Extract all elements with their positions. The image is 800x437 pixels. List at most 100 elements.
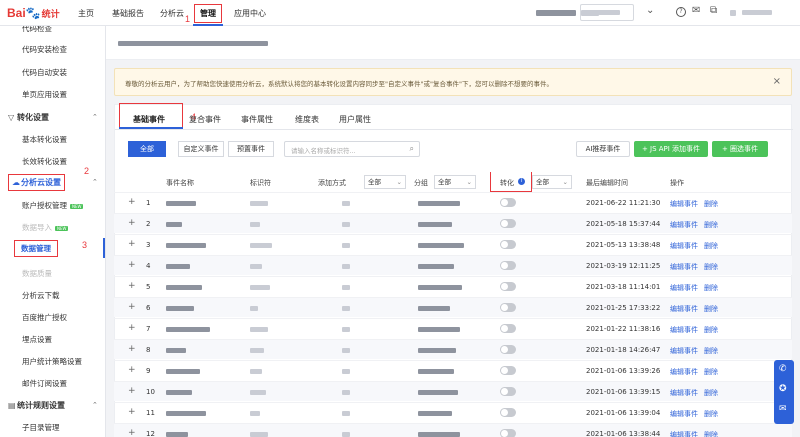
edit-event-link[interactable]: 编辑事件 [670,199,698,209]
edit-event-link[interactable]: 编辑事件 [670,220,698,230]
chat-icon[interactable]: ✉ [779,404,787,414]
delete-link[interactable]: 删除 [704,241,718,251]
expand-icon[interactable]: + [128,281,136,291]
add-method-select[interactable]: 全部 ⌄ [364,175,406,189]
edit-event-link[interactable]: 编辑事件 [670,346,698,356]
help-icon[interactable]: ? [676,7,686,17]
edit-event-link[interactable]: 编辑事件 [670,283,698,293]
delete-link[interactable]: 删除 [704,304,718,314]
expand-icon[interactable]: + [128,239,136,249]
sidebar-group-rules[interactable]: ▤统计规则设置 [8,400,65,411]
chevron-down-icon[interactable]: ⌄ [646,5,654,16]
search-input[interactable]: 请输入名称或标识符... ⌕ [284,141,420,157]
expand-icon[interactable]: + [128,386,136,396]
conversion-toggle[interactable] [500,240,516,249]
edit-event-link[interactable]: 编辑事件 [670,304,698,314]
nav-app-center[interactable]: 应用中心 [234,8,266,19]
sidebar-item-long-conversion[interactable]: 长效转化设置 [22,156,67,167]
delete-link[interactable]: 删除 [704,430,718,437]
expand-icon[interactable]: + [128,260,136,270]
edit-event-link[interactable]: 编辑事件 [670,430,698,437]
delete-link[interactable]: 删除 [704,388,718,398]
conversion-toggle[interactable] [500,387,516,396]
compass-icon[interactable]: ✪ [779,384,787,394]
sidebar-item-data-import[interactable]: 数据导入 NEW [22,222,69,233]
sidebar-item-user-strategy[interactable]: 用户统计策略设置 [22,356,82,367]
edit-event-link[interactable]: 编辑事件 [670,367,698,377]
expand-icon[interactable]: + [128,197,136,207]
delete-link[interactable]: 删除 [704,199,718,209]
chevron-up-icon[interactable]: ⌃ [92,401,98,409]
select-event-button[interactable]: + 圈选事件 [712,141,768,157]
ai-recommend-button[interactable]: AI推荐事件 [576,141,630,157]
delete-link[interactable]: 删除 [704,220,718,230]
search-icon[interactable]: ⌕ [410,144,414,154]
delete-link[interactable]: 删除 [704,409,718,419]
sidebar-item-code-install-check[interactable]: 代码安装检查 [22,44,67,55]
sidebar-item-cloud-download[interactable]: 分析云下载 [22,290,60,301]
sidebar-item-subdirectory[interactable]: 子目录管理 [22,422,60,433]
expand-icon[interactable]: + [128,323,136,333]
conversion-toggle[interactable] [500,282,516,291]
expand-icon[interactable]: + [128,218,136,228]
conversion-toggle[interactable] [500,345,516,354]
conversion-toggle[interactable] [500,429,516,437]
edit-event-link[interactable]: 编辑事件 [670,325,698,335]
expand-icon[interactable]: + [128,302,136,312]
conversion-toggle[interactable] [500,219,516,228]
filter-custom-events[interactable]: 自定义事件 [178,141,224,157]
conversion-toggle[interactable] [500,366,516,375]
sidebar-item-code-auto-install[interactable]: 代码自动安装 [22,67,67,78]
conversion-toggle[interactable] [500,408,516,417]
sidebar-item-spa-settings[interactable]: 单页应用设置 [22,89,67,100]
copy-icon[interactable]: ⧉ [710,5,717,16]
site-selector[interactable] [580,4,634,21]
sidebar-group-analysis-cloud[interactable]: ☁分析云设置 [8,174,65,191]
filter-all[interactable]: 全部 [128,141,166,157]
edit-event-link[interactable]: 编辑事件 [670,262,698,272]
delete-link[interactable]: 删除 [704,262,718,272]
conversion-toggle[interactable] [500,303,516,312]
chevron-up-icon[interactable]: ⌃ [92,113,98,121]
tab-event-properties[interactable]: 事件属性 [241,114,273,125]
filter-preset-events[interactable]: 预置事件 [228,141,274,157]
info-icon[interactable]: i [518,178,525,185]
chevron-up-icon[interactable]: ⌃ [92,178,98,186]
user-name[interactable] [730,8,772,17]
expand-icon[interactable]: + [128,344,136,354]
expand-icon[interactable]: + [128,407,136,417]
mail-icon[interactable]: ✉ [692,5,700,16]
tab-user-properties[interactable]: 用户属性 [339,114,371,125]
expand-icon[interactable]: + [128,365,136,375]
conversion-select[interactable]: 全部 ⌄ [532,175,572,189]
delete-link[interactable]: 删除 [704,367,718,377]
phone-icon[interactable]: ✆ [779,364,787,374]
expand-icon[interactable]: + [128,428,136,437]
sidebar-item-promo-auth[interactable]: 百度推广授权 [22,312,67,323]
js-api-add-button[interactable]: + JS API 添加事件 [634,141,708,157]
nav-analysis-cloud[interactable]: 分析云 [160,8,184,19]
conversion-toggle[interactable] [500,261,516,270]
tab-dimension-tables[interactable]: 维度表 [295,114,319,125]
tab-basic-events[interactable]: 基础事件 [133,114,165,125]
sidebar-item-data-management[interactable]: 数据管理 [14,240,58,257]
sidebar-item-account-auth[interactable]: 账户授权管理 NEW [22,200,84,211]
sidebar-item-code-check[interactable]: 代码检查 [22,26,52,34]
group-select[interactable]: 全部 ⌄ [434,175,476,189]
baidu-tongji-logo[interactable]: Bai🐾统计 [7,6,60,20]
sidebar-item-data-quality[interactable]: 数据质量 [22,268,52,279]
delete-link[interactable]: 删除 [704,325,718,335]
nav-manage[interactable]: 管理 [194,4,222,23]
delete-link[interactable]: 删除 [704,346,718,356]
edit-event-link[interactable]: 编辑事件 [670,409,698,419]
delete-link[interactable]: 删除 [704,283,718,293]
nav-home[interactable]: 主页 [78,8,94,19]
close-icon[interactable]: × [773,76,781,87]
sidebar-group-conversion[interactable]: ▽ 转化设置 [8,112,49,123]
sidebar-item-basic-conversion[interactable]: 基本转化设置 [22,134,67,145]
edit-event-link[interactable]: 编辑事件 [670,388,698,398]
conversion-toggle[interactable] [500,198,516,207]
conversion-toggle[interactable] [500,324,516,333]
tab-composite-events[interactable]: 复合事件 [189,114,221,125]
sidebar-item-mail-subscribe[interactable]: 邮件订阅设置 [22,378,67,389]
